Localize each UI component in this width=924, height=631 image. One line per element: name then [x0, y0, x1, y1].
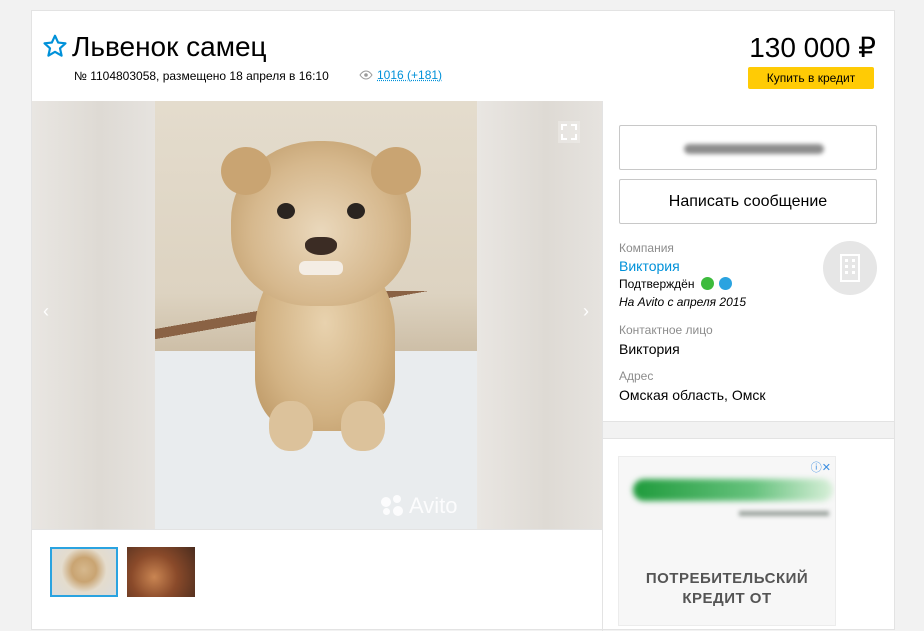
main-photo[interactable]: Avito [155, 101, 477, 529]
fullscreen-icon[interactable] [558, 121, 580, 143]
verified-row: Подтверждён [619, 277, 733, 291]
avito-logo-icon [381, 495, 403, 517]
gallery-next-arrow[interactable]: › [576, 301, 596, 322]
panel-separator [603, 421, 894, 439]
ad-logo-blurred [633, 479, 833, 501]
company-label: Компания [619, 241, 674, 255]
cub-paw-right [341, 401, 385, 451]
building-icon [840, 254, 860, 282]
photo-gallery: Avito ‹ › [32, 101, 602, 529]
phone-number-blurred [684, 144, 824, 154]
thumbnail-2[interactable] [127, 547, 195, 597]
listing-title: Львенок самец [72, 31, 267, 62]
contact-name: Виктория [619, 341, 680, 357]
listing-header: Львенок самец № 1104803058, размещено 18… [32, 11, 894, 101]
ad-info-close-icon[interactable]: ⓘ✕ [811, 459, 831, 475]
cub-ear-right [371, 147, 421, 195]
thumbnail-1[interactable] [50, 547, 118, 597]
cub-ear-left [221, 147, 271, 195]
ad-text: ПОТРЕБИТЕЛЬСКИЙ КРЕДИТ ОТ [619, 569, 835, 609]
watermark-text: Avito [409, 493, 458, 518]
cub-mouth [299, 261, 343, 275]
cub-head [221, 141, 421, 306]
company-avatar[interactable] [823, 241, 877, 295]
company-name-link[interactable]: Виктория [619, 258, 680, 274]
advertisement-banner[interactable]: ⓘ✕ ПОТРЕБИТЕЛЬСКИЙ КРЕДИТ ОТ [618, 456, 836, 626]
ad-text-line-2: КРЕДИТ ОТ [682, 590, 772, 607]
views-count: 1016 (+181) [377, 68, 443, 82]
show-phone-button[interactable] [619, 125, 877, 170]
cub-nose [305, 237, 337, 255]
email-verified-icon [719, 277, 733, 290]
write-message-button[interactable]: Написать сообщение [619, 179, 877, 224]
cub-eye-left [277, 203, 295, 219]
ad-subline-blurred [739, 511, 829, 516]
listing-meta: № 1104803058, размещено 18 апреля в 16:1… [74, 69, 329, 83]
address-label: Адрес [619, 369, 654, 383]
views-counter[interactable]: 1016 (+181) [359, 68, 442, 82]
favorite-star-icon[interactable] [42, 33, 68, 59]
cub-paw-left [269, 401, 313, 451]
ad-text-line-1: ПОТРЕБИТЕЛЬСКИЙ [645, 570, 809, 587]
thumbnail-strip [32, 529, 602, 629]
listing-price: 130 000 ₽ [749, 32, 876, 63]
cub-eye-right [347, 203, 365, 219]
gallery-prev-arrow[interactable]: ‹ [36, 301, 56, 322]
buy-on-credit-button[interactable]: Купить в кредит [748, 67, 874, 89]
avito-watermark: Avito [381, 493, 458, 519]
eye-icon [359, 70, 373, 80]
contact-label: Контактное лицо [619, 323, 713, 337]
phone-verified-icon [700, 277, 714, 290]
member-since: На Avito с апреля 2015 [619, 295, 747, 309]
seller-panel: Написать сообщение Компания Виктория Под… [603, 101, 894, 421]
address-value: Омская область, Омск [619, 387, 766, 403]
verified-label: Подтверждён [619, 277, 695, 291]
